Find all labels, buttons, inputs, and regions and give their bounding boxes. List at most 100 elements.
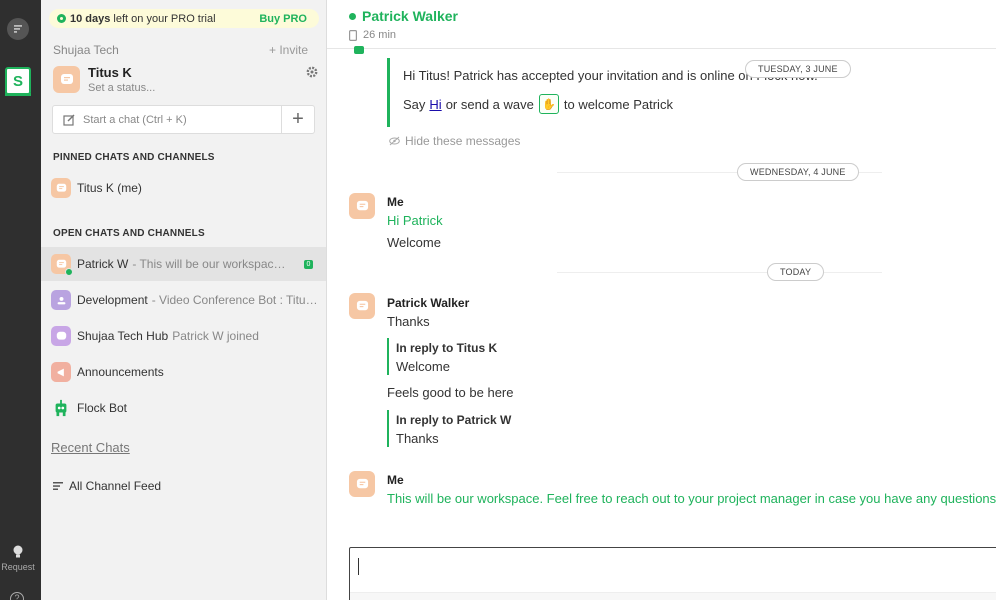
sidebar-item-preview: - This will be our workspace. Fe... [132, 257, 290, 271]
help-icon[interactable]: ? [10, 592, 24, 600]
text-cursor [358, 558, 359, 575]
gear-icon[interactable] [306, 66, 318, 78]
lightbulb-icon [13, 545, 23, 558]
eye-slash-icon [389, 136, 400, 146]
open-section-header: OPEN CHATS AND CHANNELS [53, 228, 205, 239]
message-avatar[interactable] [349, 293, 375, 319]
pinned-section-header: PINNED CHATS AND CHANNELS [53, 152, 215, 163]
reply-quote-title[interactable]: In reply to Titus K [396, 341, 497, 355]
chat-bubble-icon [56, 259, 66, 268]
new-chat-plus-button[interactable]: + [282, 105, 315, 134]
reply-quote-title[interactable]: In reply to Patrick W [396, 413, 511, 427]
team-name: Shujaa Tech [53, 43, 119, 57]
message-text: Feels good to be here [387, 385, 514, 400]
phone-icon [349, 29, 357, 41]
set-status-link[interactable]: Set a status... [88, 82, 155, 94]
avatar [51, 362, 71, 382]
message-text: Welcome [387, 235, 441, 250]
unread-badge: 0 [304, 260, 313, 269]
list-icon [53, 482, 63, 490]
robot-icon [55, 399, 67, 417]
reply-quote-bar [387, 410, 389, 447]
trial-days: 10 days [70, 12, 111, 25]
avatar [51, 398, 71, 418]
sidebar-item-label: Shujaa Tech Hub [77, 329, 169, 343]
say-hi-link[interactable]: Hi [429, 97, 441, 112]
avatar [51, 254, 73, 276]
chat-bubble-icon [56, 331, 66, 340]
message-sender[interactable]: Patrick Walker [387, 296, 469, 310]
hide-messages-label: Hide these messages [405, 134, 521, 148]
sidebar-item-label: Announcements [77, 365, 164, 379]
megaphone-icon [57, 368, 64, 376]
message-avatar[interactable] [349, 193, 375, 219]
chat-contact-name: Patrick Walker [362, 8, 458, 24]
all-channel-feed-link[interactable]: All Channel Feed [53, 479, 161, 493]
message-text: Thanks [387, 314, 430, 329]
sidebar-item-label: Development [77, 293, 148, 307]
message-avatar[interactable] [349, 471, 375, 497]
invite-button[interactable]: + Invite [269, 43, 308, 57]
say-text: Say [403, 96, 426, 112]
buy-pro-button[interactable]: Buy PRO [259, 13, 307, 25]
sidebar-item-label: Flock Bot [77, 401, 128, 415]
pro-trial-banner: 10 days left on your PRO trial Buy PRO [49, 9, 319, 28]
my-avatar[interactable] [53, 66, 80, 93]
online-status-indicator [65, 268, 73, 276]
chat-pane: Patrick Walker 26 min Hi Titus! Patrick … [327, 0, 996, 600]
my-name[interactable]: Titus K [88, 65, 132, 80]
sidebar-item-patrick-w[interactable]: Patrick W - This will be our workspace. … [41, 247, 326, 281]
message-sender[interactable]: Me [387, 473, 404, 487]
online-status-indicator [349, 12, 356, 20]
date-separator: WEDNESDAY, 4 JUNE [737, 163, 859, 181]
request-label: Request [1, 562, 35, 572]
message-text: This will be our workspace. Feel free to… [387, 491, 996, 506]
sidebar-item-preview: Patrick W joined [172, 329, 259, 343]
avatar [51, 326, 71, 346]
date-separator: TUESDAY, 3 JUNE [745, 60, 851, 78]
recent-chats-link[interactable]: Recent Chats [51, 440, 130, 455]
last-seen: 26 min [363, 29, 397, 41]
sidebar-item-announcements[interactable]: Announcements [41, 355, 326, 389]
sidebar-item-development[interactable]: Development - Video Conference Bot : Tit… [41, 283, 326, 317]
chat-bubble-icon [356, 300, 368, 310]
wave-hand-icon: ✋ [542, 98, 556, 111]
sidebar: 10 days left on your PRO trial Buy PRO S… [41, 0, 327, 600]
date-separator: TODAY [767, 263, 825, 281]
wave-button[interactable]: ✋ [538, 94, 559, 114]
request-button[interactable]: Request [0, 545, 36, 572]
compose-icon [63, 114, 75, 126]
chat-header-subtitle: 26 min [349, 29, 396, 41]
avatar [51, 290, 71, 310]
avatar [51, 178, 71, 198]
hide-messages-link[interactable]: Hide these messages [389, 134, 520, 148]
chat-bubble-icon [356, 200, 368, 210]
chat-header-title[interactable]: Patrick Walker [349, 8, 458, 24]
or-wave-text: or send a wave [445, 96, 534, 112]
sidebar-item-shujaa-tech-hub[interactable]: Shujaa Tech Hub Patrick W joined [41, 319, 326, 353]
message-sender[interactable]: Me [387, 195, 404, 209]
team-switcher-button[interactable]: S [5, 67, 31, 95]
message-composer-input[interactable] [349, 547, 996, 600]
reply-quote-text: Welcome [396, 359, 450, 374]
chat-bubble-icon [56, 183, 66, 192]
channel-icon [57, 296, 65, 304]
header-divider [327, 48, 996, 49]
app-rail: S Request ? [0, 0, 41, 600]
team-active-indicator [5, 93, 31, 96]
sidebar-item-flock-bot[interactable]: Flock Bot [41, 391, 326, 425]
message-text: Hi Patrick [387, 213, 443, 228]
all-channel-feed-label: All Channel Feed [69, 479, 162, 493]
start-chat-input[interactable]: Start a chat (Ctrl + K) [52, 105, 282, 134]
sidebar-item-label: Patrick W [77, 257, 129, 271]
trial-suffix: left on your PRO trial [110, 12, 216, 25]
robot-icon [354, 46, 364, 54]
flock-bot-avatar [351, 46, 367, 54]
sidebar-item-titus-me[interactable]: Titus K (me) [41, 171, 326, 205]
system-message-actions: Say Hi or send a wave ✋ to welcome Patri… [403, 94, 673, 114]
composer-toolbar [350, 592, 996, 600]
flock-logo-icon[interactable] [7, 18, 29, 40]
sidebar-item-preview: - Video Conference Bot : Titus K... [151, 293, 322, 307]
chat-bubble-icon [60, 73, 73, 84]
date-divider-line [557, 272, 882, 273]
